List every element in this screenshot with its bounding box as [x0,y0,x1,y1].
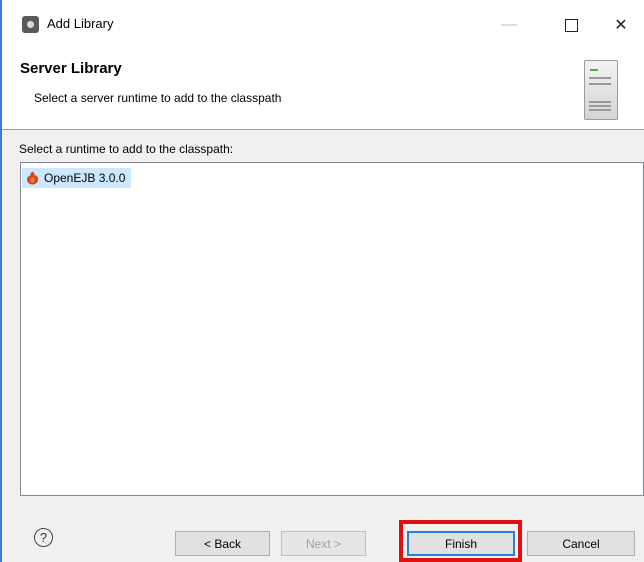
maximize-icon [564,18,578,32]
list-item[interactable]: OpenEJB 3.0.0 [22,168,132,188]
runtime-list[interactable] [20,162,644,496]
server-icon [584,60,618,120]
help-button[interactable]: ? [34,528,53,547]
runtime-label: OpenEJB 3.0.0 [44,171,126,185]
window-title: Add Library [47,16,114,31]
page-title: Server Library [20,60,122,77]
close-button[interactable]: ✕ [598,10,644,40]
maximize-button[interactable] [548,10,594,40]
minimize-button[interactable]: — [486,10,532,40]
cancel-button[interactable]: Cancel [527,531,635,556]
openejb-icon [27,171,39,185]
runtime-list-label: Select a runtime to add to the classpath… [19,142,234,156]
next-button[interactable]: Next > [281,531,366,556]
back-button[interactable]: < Back [175,531,270,556]
page-description: Select a server runtime to add to the cl… [34,91,282,105]
eclipse-icon [22,16,39,33]
minimize-icon: — [501,16,517,33]
finish-highlight-box [399,520,522,562]
help-icon: ? [39,530,48,545]
close-icon: ✕ [614,17,628,34]
